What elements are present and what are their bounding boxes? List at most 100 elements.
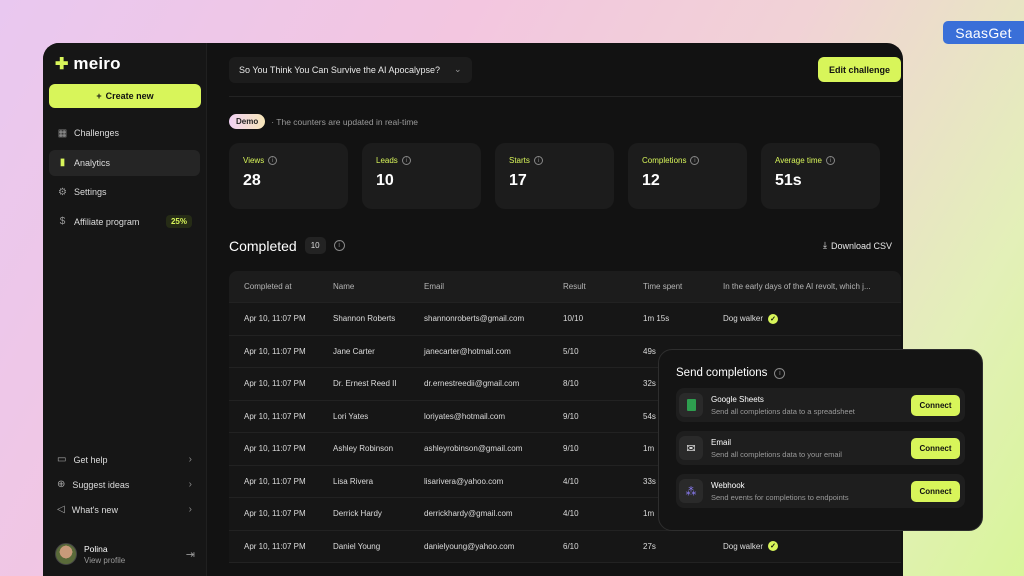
info-icon[interactable]: i	[268, 156, 278, 165]
table-cell-at: Apr 10, 11:07 PM	[244, 444, 306, 454]
column-header[interactable]: Email	[424, 282, 563, 291]
logo[interactable]: ✚ meiro	[49, 47, 200, 81]
send-completions-panel: Send completions i Google Sheets Send al…	[658, 349, 983, 531]
table-cell-at: Apr 10, 11:07 PM	[244, 476, 306, 486]
table-cell-name: Shannon Roberts	[333, 314, 396, 324]
realtime-note: · The counters are updated in real-time	[271, 116, 419, 127]
integration-webhook: ⁂ Webhook Send events for completions to…	[676, 474, 965, 508]
plus-circle-icon: ⊕	[57, 479, 66, 490]
view-profile-link[interactable]: View profile	[84, 556, 125, 565]
stat-label-text: Average time	[775, 156, 822, 165]
table-cell-time: 1m 15s	[643, 314, 670, 324]
table-cell-time: 27s	[643, 541, 656, 551]
table-cell-result: 8/10	[563, 379, 579, 389]
megaphone-icon: ◁	[57, 504, 65, 515]
stat-card-completions: Completions i 12	[628, 143, 747, 209]
chevron-right-icon: ›	[188, 479, 192, 490]
table-cell-result: 4/10	[563, 476, 579, 486]
integration-email: ✉ Email Send all completions data to you…	[676, 431, 965, 465]
column-header[interactable]: In the early days of the AI revolt, whic…	[723, 282, 901, 291]
plus-icon: +	[96, 91, 102, 101]
table-cell-result: 9/10	[563, 411, 579, 421]
sidebar-item-challenges[interactable]: ▦ Challenges	[49, 120, 200, 146]
stat-card-views: Views i 28	[229, 143, 348, 209]
integration-title: Webhook	[711, 480, 745, 490]
integration-google-sheets: Google Sheets Send all completions data …	[676, 388, 965, 422]
sidebar-item-label: Settings	[74, 187, 107, 197]
sheets-icon	[679, 393, 703, 417]
stat-label-text: Leads	[376, 156, 398, 165]
grid-icon: ▦	[57, 127, 68, 139]
logout-icon[interactable]: ⇥	[186, 548, 195, 561]
stat-label: Leads i	[376, 156, 467, 165]
table-row[interactable]: Apr 10, 11:07 PM Shannon Roberts shannonro…	[229, 303, 901, 336]
integration-text: Email Send all completions data to your …	[711, 438, 842, 459]
info-icon[interactable]: i	[333, 240, 345, 251]
create-new-label: Create new	[105, 91, 154, 101]
column-header[interactable]: Completed at	[229, 282, 333, 291]
stat-label-text: Starts	[509, 156, 530, 165]
column-header[interactable]: Result	[563, 282, 643, 291]
create-new-button[interactable]: + Create new	[49, 84, 201, 108]
profile-text: Polina View profile	[84, 544, 125, 565]
edit-challenge-button[interactable]: Edit challenge	[817, 57, 901, 82]
demo-row: Demo · The counters are updated in real-…	[229, 114, 901, 129]
info-icon[interactable]: i	[826, 156, 835, 165]
sidebar-item-analytics[interactable]: ▮ Analytics	[49, 149, 200, 176]
download-csv-button[interactable]: ⤓ Download CSV	[823, 240, 892, 251]
connect-button[interactable]: Connect	[911, 480, 960, 502]
answer-text: Dog walker	[723, 314, 764, 324]
webhook-icon: ⁂	[679, 479, 703, 503]
connect-button[interactable]: Connect	[911, 437, 960, 459]
panel-title-text: Send completions	[676, 367, 768, 379]
table-cell-at: Apr 10, 11:07 PM	[244, 411, 306, 421]
sidebar-item-get-help[interactable]: ▭ Get help ›	[49, 447, 200, 472]
chevron-right-icon: ›	[188, 454, 192, 465]
logo-mark-icon: ✚	[55, 56, 69, 73]
stat-card-average-time: Average time i 51s	[761, 143, 880, 209]
stat-value: 51s	[775, 172, 802, 189]
sidebar-item-affiliate[interactable]: $ Affiliate program 25%	[49, 209, 200, 235]
info-icon[interactable]: i	[690, 156, 700, 165]
sidebar-item-settings[interactable]: ⚙ Settings	[49, 179, 200, 205]
column-header[interactable]: Time spent	[643, 282, 723, 291]
stats-row: Views i 28 Leads i 10 Starts i 17 Completio…	[229, 143, 901, 209]
profile-name: Polina	[84, 543, 108, 554]
watermark-badge: SaasGet	[943, 21, 1024, 44]
table-cell-email: dr.ernestreedii@gmail.com	[424, 379, 520, 389]
sidebar-item-suggest-ideas[interactable]: ⊕ Suggest ideas ›	[49, 472, 200, 497]
connect-button[interactable]: Connect	[911, 394, 960, 416]
check-icon: ✓	[768, 313, 779, 324]
sidebar-bottom-nav: ▭ Get help › ⊕ Suggest ideas › ◁ What's …	[49, 447, 200, 522]
stat-label-text: Views	[243, 156, 265, 165]
info-icon[interactable]: i	[533, 156, 543, 165]
panel-title: Send completions i	[676, 367, 965, 379]
stat-label: Completions i	[642, 156, 733, 165]
table-cell-result: 5/10	[563, 346, 579, 356]
profile[interactable]: Polina View profile ⇥	[55, 543, 195, 565]
table-cell-name: Derrick Hardy	[333, 509, 382, 519]
table-cell-at: Apr 10, 11:07 PM	[244, 541, 306, 551]
sidebar-nav: ▦ Challenges ▮ Analytics ⚙ Settings $ Af…	[49, 120, 200, 235]
sidebar-item-whats-new[interactable]: ◁ What's new ›	[49, 497, 200, 522]
table-header-row: Completed at Name Email Result Time spen…	[229, 271, 901, 303]
info-icon[interactable]: i	[774, 367, 786, 379]
integration-title: Google Sheets	[711, 394, 764, 404]
integration-text: Google Sheets Send all completions data …	[711, 395, 855, 416]
challenge-select[interactable]: So You Think You Can Survive the AI Apoc…	[229, 56, 472, 83]
table-cell-result: 9/10	[563, 444, 579, 454]
table-row[interactable]: Apr 10, 11:07 PM Daniel Young danielyoung@…	[229, 531, 901, 563]
sidebar-item-label: Get help	[73, 454, 108, 465]
gear-icon: ⚙	[58, 186, 67, 198]
completed-header: Completed 10 i ⤓ Download CSV	[229, 237, 901, 254]
stat-value: 10	[376, 172, 394, 189]
table-cell-at: Apr 10, 11:07 PM	[244, 379, 306, 389]
info-icon[interactable]: i	[401, 156, 411, 165]
stat-label: Views i	[243, 156, 334, 165]
column-header[interactable]: Name	[333, 282, 424, 291]
check-icon: ✓	[768, 541, 779, 552]
table-cell-email: shannonroberts@gmail.com	[424, 314, 525, 324]
table-cell-name: Daniel Young	[333, 541, 381, 551]
table-cell-answer: Dog walker ✓	[723, 541, 901, 552]
table-cell-at: Apr 10, 11:07 PM	[244, 346, 306, 356]
